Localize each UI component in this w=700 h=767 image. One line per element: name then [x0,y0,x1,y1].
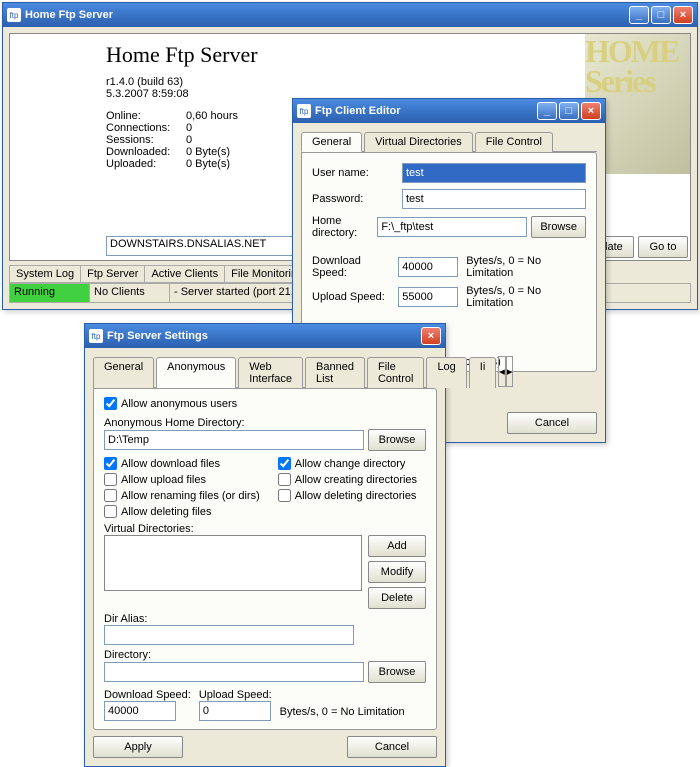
dir-label: Directory: [104,649,426,661]
ulspeed-label: Upload Speed: [199,689,272,701]
vdir-label: Virtual Directories: [104,523,426,535]
ulspeed-label: Upload Speed: [312,291,398,303]
settings-titlebar[interactable]: ftp Ftp Server Settings × [85,324,445,348]
sessions-value: 0 [186,134,192,146]
uploaded-label: Uploaded: [106,158,186,170]
settings-title: Ftp Server Settings [107,330,421,342]
username-label: User name: [312,167,402,179]
allow-createdir-check[interactable]: Allow creating directories [278,473,417,486]
tab-file-control[interactable]: File Control [475,132,553,152]
app-icon: ftp [89,329,103,343]
dlspeed-input[interactable] [104,701,176,721]
username-input[interactable] [402,163,586,183]
allow-download-check[interactable]: Allow download files [104,457,220,470]
goto-button[interactable]: Go to [638,236,688,258]
tab-more[interactable]: Ii [469,357,497,388]
modify-button[interactable]: Modify [368,561,426,583]
allow-anon-check[interactable]: Allow anonymous users [104,397,237,410]
dir-input[interactable] [104,662,364,682]
minimize-button[interactable]: _ [629,6,649,24]
homedir-label: Home directory: [312,215,377,239]
cancel-button[interactable]: Cancel [347,736,437,758]
online-value: 0,60 hours [186,110,238,122]
tab-scroll-left-button[interactable]: ◂ [498,356,506,387]
apply-button[interactable]: Apply [93,736,183,758]
tab-web-interface[interactable]: Web Interface [238,357,303,388]
password-label: Password: [312,193,402,205]
online-label: Online: [106,110,186,122]
browse-button[interactable]: Browse [368,429,426,451]
close-button[interactable]: × [673,6,693,24]
tab-file-control[interactable]: File Control [367,357,424,388]
tab-ftp-server[interactable]: Ftp Server [80,265,145,283]
maximize-button[interactable]: □ [651,6,671,24]
close-button[interactable]: × [581,102,601,120]
tab-active-clients[interactable]: Active Clients [144,265,225,283]
app-icon: ftp [7,8,21,22]
sessions-label: Sessions: [106,134,186,146]
main-title: Home Ftp Server [25,9,629,21]
uploaded-value: 0 Byte(s) [186,158,230,170]
dlspeed-label: Download Speed: [104,689,191,701]
tab-log[interactable]: Log [426,357,466,388]
add-button[interactable]: Add [368,535,426,557]
ulspeed-input[interactable] [398,287,458,307]
app-icon: ftp [297,104,311,118]
connections-label: Connections: [106,122,186,134]
tab-system-log[interactable]: System Log [9,265,81,283]
diralias-input[interactable] [104,625,354,645]
allow-deldir-check[interactable]: Allow deleting directories [278,489,417,502]
downloaded-value: 0 Byte(s) [186,146,230,158]
ulspeed-input[interactable] [199,701,271,721]
anon-home-input[interactable] [104,430,364,450]
cancel-button[interactable]: Cancel [507,412,597,434]
ulspeed-note: Bytes/s, 0 = No Limitation [466,285,586,309]
server-settings-window: ftp Ftp Server Settings × General Anonym… [84,323,446,767]
homedir-input[interactable] [377,217,527,237]
editor-titlebar[interactable]: ftp Ftp Client Editor _ □ × [293,99,605,123]
downloaded-label: Downloaded: [106,146,186,158]
tab-virtual-directories[interactable]: Virtual Directories [364,132,473,152]
close-button[interactable]: × [421,327,441,345]
password-input[interactable] [402,189,586,209]
maximize-button[interactable]: □ [559,102,579,120]
status-running: Running [10,284,90,302]
browse-button[interactable]: Browse [531,216,586,238]
vdir-listbox[interactable] [104,535,362,591]
allow-delete-check[interactable]: Allow deleting files [104,505,212,518]
tab-scroll-right-button[interactable]: ▸ [506,356,514,387]
allow-changedir-check[interactable]: Allow change directory [278,457,406,470]
tab-general[interactable]: General [93,357,154,388]
dlspeed-input[interactable] [398,257,458,277]
main-titlebar[interactable]: ftp Home Ftp Server _ □ × [3,3,697,27]
tab-anonymous[interactable]: Anonymous [156,357,236,388]
delete-button[interactable]: Delete [368,587,426,609]
browse-button-2[interactable]: Browse [368,661,426,683]
editor-title: Ftp Client Editor [315,105,537,117]
allow-upload-check[interactable]: Allow upload files [104,473,206,486]
allow-rename-check[interactable]: Allow renaming files (or dirs) [104,489,260,502]
dlspeed-label: Download Speed: [312,255,398,279]
speed-note: Bytes/s, 0 = No Limitation [280,706,405,721]
connections-value: 0 [186,122,192,134]
anon-home-label: Anonymous Home Directory: [104,417,426,429]
tab-banned-list[interactable]: Banned List [305,357,365,388]
diralias-label: Dir Alias: [104,613,426,625]
status-clients: No Clients [90,284,170,302]
minimize-button[interactable]: _ [537,102,557,120]
tab-general[interactable]: General [301,132,362,152]
dlspeed-note: Bytes/s, 0 = No Limitation [466,255,586,279]
